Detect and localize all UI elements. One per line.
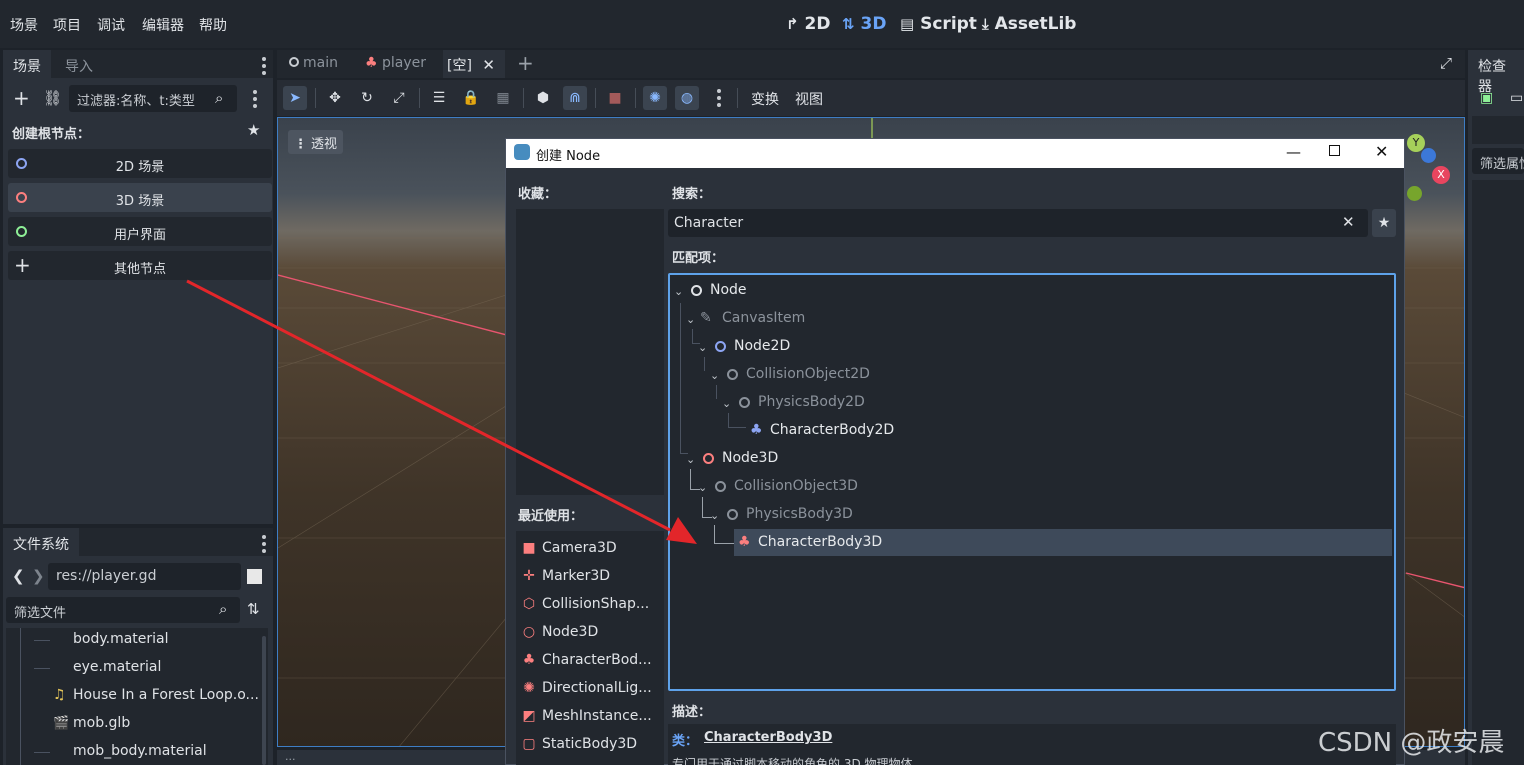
annotation-arrow xyxy=(186,279,697,544)
watermark: CSDN @政安晨 xyxy=(1318,728,1505,758)
